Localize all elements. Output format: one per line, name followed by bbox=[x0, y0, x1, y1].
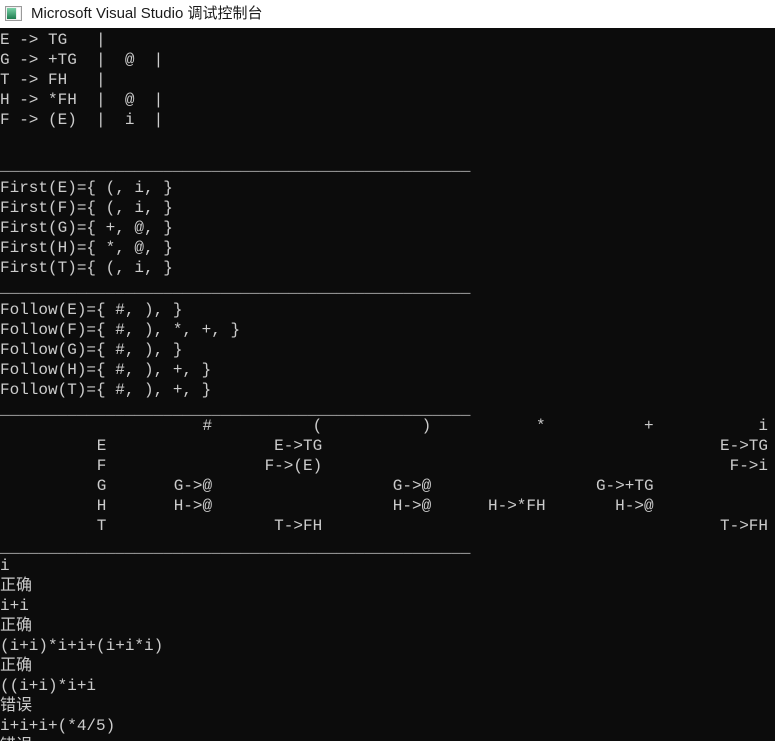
follow-set-line: Follow(E)={ #, ), } bbox=[0, 301, 183, 319]
output-line: i+i+i+(*4/5) bbox=[0, 717, 116, 735]
output-line: 错误 bbox=[0, 736, 775, 741]
parsing-table-col-star: * bbox=[536, 417, 546, 435]
parsing-table-cell bbox=[438, 476, 552, 496]
output-line: 正确 bbox=[0, 577, 33, 595]
first-set-line: First(G)={ +, @, } bbox=[0, 219, 173, 237]
first-set-line: First(F)={ (, i, } bbox=[0, 199, 173, 217]
follow-set-line: Follow(G)={ #, ), } bbox=[0, 341, 183, 359]
first-set-line: First(E)={ (, i, } bbox=[0, 179, 173, 197]
output-line: 错误 bbox=[0, 697, 33, 715]
follow-set-line: Follow(H)={ #, ), +, } bbox=[0, 361, 212, 379]
parsing-table-cell bbox=[114, 456, 219, 476]
grammar-line: H -> *FH | @ | bbox=[0, 91, 164, 109]
output-line: ((i+i)*i+i bbox=[0, 677, 97, 695]
parsing-table-cell bbox=[219, 496, 329, 516]
output-line: i bbox=[0, 557, 10, 575]
follow-set-line: Follow(T)={ #, ), +, } bbox=[0, 381, 212, 399]
parsing-table-col-plus: + bbox=[643, 417, 654, 435]
separator-line: ________________________________________… bbox=[0, 539, 471, 557]
parsing-table-cell bbox=[553, 456, 661, 476]
parsing-table-row-label: T bbox=[96, 517, 107, 535]
parsing-table-cell: G->@ bbox=[173, 477, 213, 495]
parsing-table-cell: G->+TG bbox=[595, 477, 654, 495]
parsing-table-cell bbox=[438, 516, 552, 536]
parsing-table-col-lparen: ( bbox=[312, 417, 323, 435]
parsing-table-cell bbox=[114, 436, 219, 456]
output-line: 正确 bbox=[0, 617, 33, 635]
follow-set-line: Follow(F)={ #, ), *, +, } bbox=[0, 321, 241, 339]
grammar-line: T -> FH | bbox=[0, 71, 106, 89]
parsing-table-cell: H->@ bbox=[173, 497, 213, 515]
parsing-table-cell: H->@ bbox=[615, 497, 654, 515]
table-row: G G->@ G->@ G->+TG bbox=[0, 476, 775, 496]
parsing-table-row-label: G bbox=[96, 477, 107, 495]
parsing-table-cell: T->FH bbox=[274, 517, 323, 535]
parsing-table-header-row: # ( ) * + i bbox=[0, 416, 775, 436]
output-line: i+i bbox=[0, 597, 29, 615]
output-line: (i+i)*i+i+(i+i*i) bbox=[0, 637, 164, 655]
parsing-table-cell: F->i bbox=[729, 457, 768, 475]
output-line: 正确 bbox=[0, 657, 33, 675]
grammar-line: G -> +TG | @ | bbox=[0, 51, 164, 69]
grammar-line: F -> (E) | i | bbox=[0, 111, 164, 129]
parse-results-block: i 正确 i+i 正确 (i+i)*i+i+(i+i*i) 正确 ((i+i)*… bbox=[0, 556, 775, 741]
parsing-table-cell bbox=[219, 476, 329, 496]
parsing-table-cell bbox=[553, 516, 661, 536]
parsing-table-col-rparen: ) bbox=[421, 417, 432, 435]
first-set-line: First(H)={ *, @, } bbox=[0, 239, 173, 257]
separator-line: ________________________________________… bbox=[0, 157, 471, 175]
predictive-parsing-table: # ( ) * + i E E->TG E->TG F F->(E) F->i … bbox=[0, 416, 775, 536]
table-row: T T->FH T->FH bbox=[0, 516, 775, 536]
parsing-table-cell bbox=[114, 516, 219, 536]
parsing-table-cell bbox=[329, 456, 438, 476]
table-row: E E->TG E->TG bbox=[0, 436, 775, 456]
window-titlebar: Microsoft Visual Studio 调试控制台 bbox=[0, 0, 775, 28]
separator-line: ________________________________________… bbox=[0, 279, 471, 297]
parsing-table-cell: H->@ bbox=[392, 497, 432, 515]
parsing-table-cell: E->TG bbox=[274, 437, 323, 455]
parsing-table-corner bbox=[0, 416, 114, 436]
parsing-table-cell: T->FH bbox=[719, 517, 768, 535]
grammar-productions-block: E -> TG | G -> +TG | @ | T -> FH | H -> … bbox=[0, 30, 775, 130]
console-app-icon bbox=[5, 6, 22, 21]
parsing-table-cell bbox=[661, 496, 775, 516]
console-output-surface[interactable]: E -> TG | G -> +TG | @ | T -> FH | H -> … bbox=[0, 28, 775, 741]
first-sets-block: First(E)={ (, i, } First(F)={ (, i, } Fi… bbox=[0, 178, 775, 278]
grammar-line: E -> TG | bbox=[0, 31, 106, 49]
parsing-table-cell bbox=[329, 516, 438, 536]
follow-sets-block: Follow(E)={ #, ), } Follow(F)={ #, ), *,… bbox=[0, 300, 775, 400]
parsing-table-cell: G->@ bbox=[392, 477, 432, 495]
parsing-table-col-i: i bbox=[758, 417, 768, 435]
parsing-table-cell: H->*FH bbox=[488, 497, 546, 515]
first-set-line: First(T)={ (, i, } bbox=[0, 259, 173, 277]
parsing-table-row-label: F bbox=[96, 457, 107, 475]
parsing-table-cell: E->TG bbox=[719, 437, 768, 455]
parsing-table-row-label: E bbox=[96, 437, 107, 455]
parsing-table-cell bbox=[553, 436, 661, 456]
parsing-table-cell bbox=[329, 436, 438, 456]
parsing-table-cell bbox=[661, 476, 775, 496]
parsing-table-row-label: H bbox=[96, 497, 107, 515]
table-row: F F->(E) F->i bbox=[0, 456, 775, 476]
parsing-table-cell: F->(E) bbox=[264, 457, 323, 475]
parsing-table-block: # ( ) * + i E E->TG E->TG F F->(E) F->i … bbox=[0, 416, 775, 536]
parsing-table-cell bbox=[438, 436, 552, 456]
parsing-table-cell bbox=[438, 456, 552, 476]
window-title: Microsoft Visual Studio 调试控制台 bbox=[31, 5, 263, 22]
table-row: H H->@ H->@ H->*FH H->@ bbox=[0, 496, 775, 516]
parsing-table-col-hash: # bbox=[202, 417, 213, 435]
